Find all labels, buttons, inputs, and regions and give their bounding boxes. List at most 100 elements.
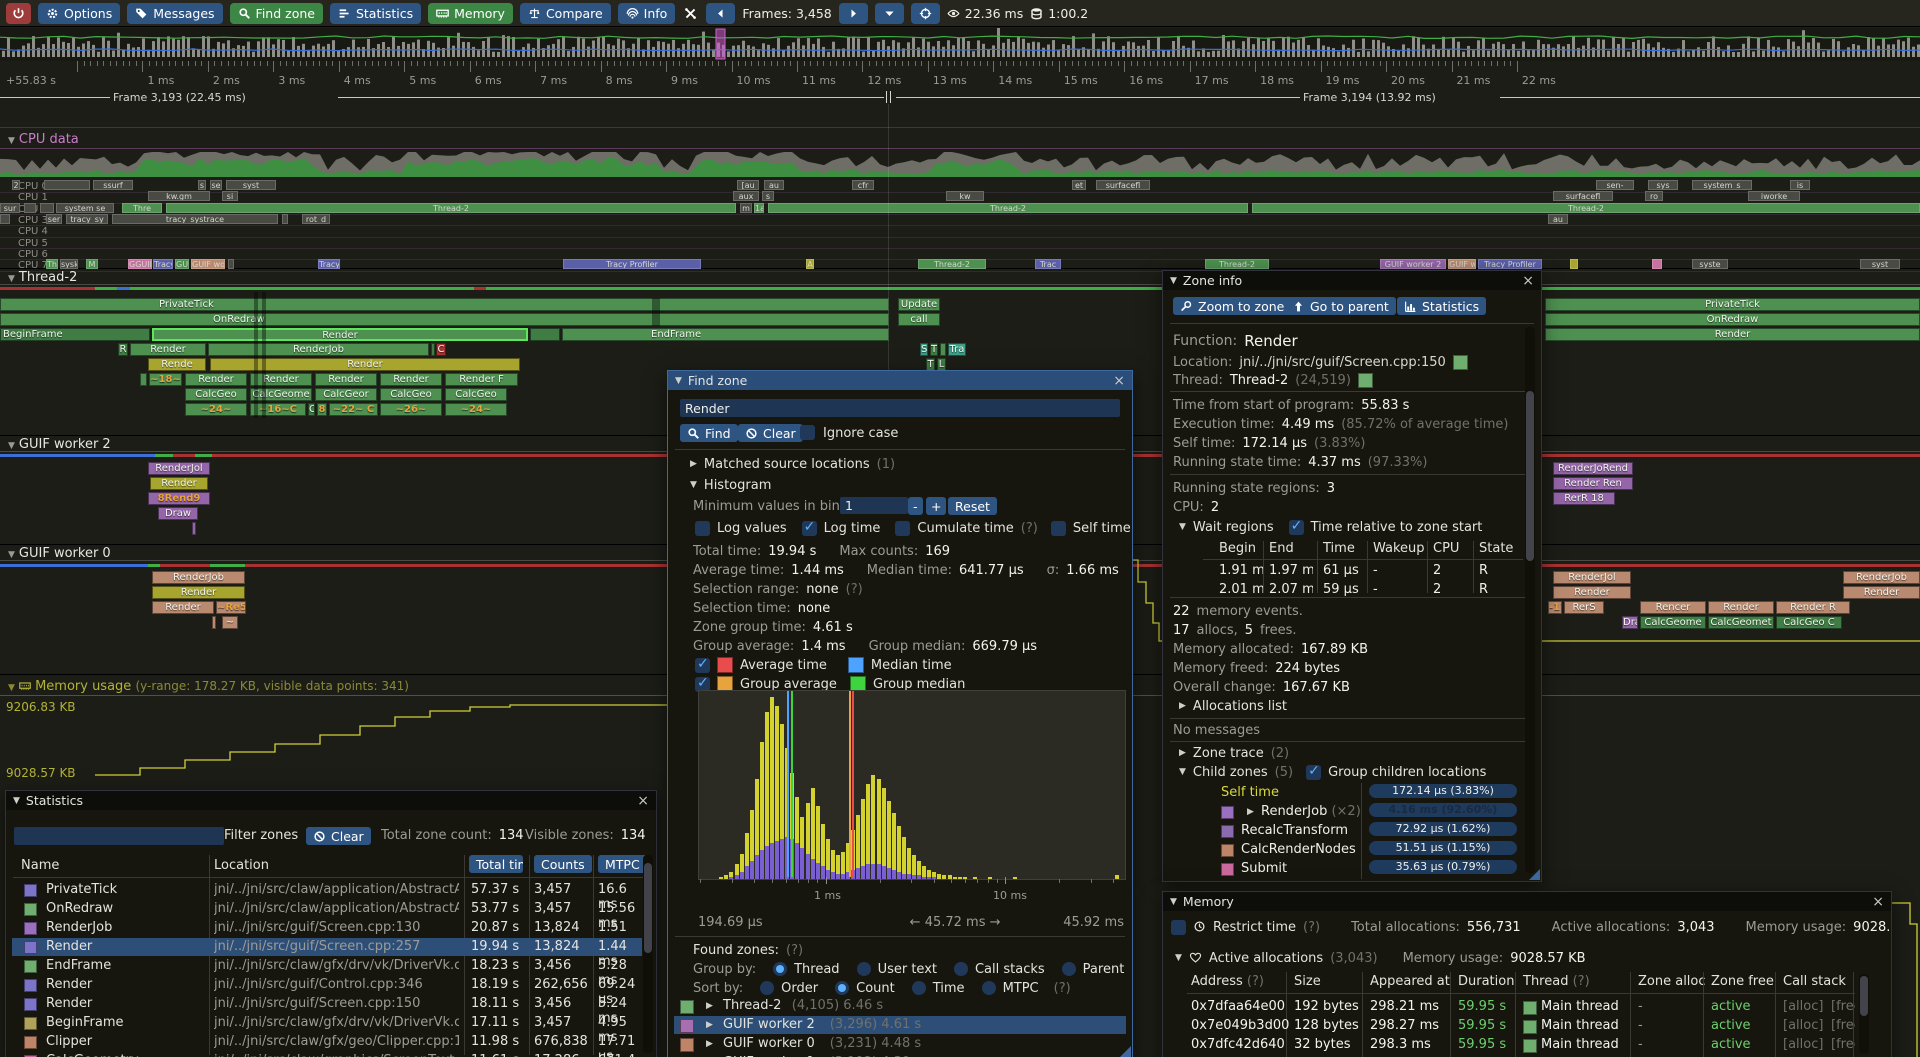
timeline-zone[interactable]: Rende <box>148 358 206 371</box>
timeline-zone[interactable]: Render <box>250 373 312 386</box>
messages-button[interactable]: Messages <box>127 3 222 24</box>
cpu-zone[interactable]: ser <box>46 214 62 224</box>
ignore-case-checkbox[interactable] <box>800 425 815 440</box>
timeline-zone[interactable]: Render R <box>1776 601 1850 614</box>
cpu-zone[interactable]: GGUIF <box>128 259 152 269</box>
timeline-zone[interactable]: RenderJob <box>152 571 245 584</box>
find-zone-titlebar[interactable]: ▼ Find zone × <box>668 371 1132 390</box>
cpu-zone[interactable] <box>228 259 234 269</box>
reset-button[interactable]: Reset <box>948 497 997 515</box>
allocation-row[interactable]: 0x7e049b3d00128 bytes298.27 ms59.95 sMai… <box>1163 1018 1855 1036</box>
increase-bin-button[interactable]: + <box>926 497 946 515</box>
cpu-zone[interactable]: au <box>1548 214 1568 224</box>
timeline-zone[interactable]: 8 <box>317 403 327 416</box>
cpu-zone[interactable]: Th <box>46 259 58 269</box>
cumulate-time-checkbox[interactable] <box>895 521 910 536</box>
timeline-zone[interactable]: Render <box>152 586 245 599</box>
sort-by-order-radio[interactable] <box>760 981 774 995</box>
timeline-zone[interactable]: Tra <box>948 343 966 356</box>
timeline-zone[interactable]: CalcGeomet <box>1708 616 1774 629</box>
expand-icon[interactable]: ▶ <box>1247 807 1254 817</box>
timeline-zone[interactable]: R <box>118 343 128 356</box>
memory-titlebar[interactable]: ▼ Memory × <box>1163 892 1891 911</box>
cpu-zone[interactable]: s <box>198 180 206 190</box>
timeline-zone[interactable]: RerS <box>1564 601 1604 614</box>
collapse-icon[interactable]: ▼ <box>1179 522 1186 532</box>
cpu-zone[interactable]: Trac <box>1035 259 1061 269</box>
cpu-zone[interactable]: m <box>740 203 752 213</box>
min-bin-input[interactable]: 1 <box>840 497 908 514</box>
timeline-zone[interactable]: Rencer <box>1640 601 1706 614</box>
cpu-zone[interactable]: GUIF worker 2 <box>1380 259 1446 269</box>
cpu-zone[interactable]: syst <box>226 180 276 190</box>
timeline-zone[interactable]: CalcGeo <box>380 388 442 401</box>
timeline-zone[interactable]: Dra <box>1622 616 1638 629</box>
alloc-col-appeared-at[interactable]: Appeared at <box>1370 974 1450 989</box>
thread-header-thread-2[interactable]: ▼Thread-2 <box>8 270 77 285</box>
timeline-zone[interactable]: PrivateTick <box>0 298 889 311</box>
power-button[interactable] <box>6 3 31 24</box>
cpu-zone[interactable]: Tracy | <box>318 259 340 269</box>
timeline-zone[interactable]: CalcGeo C <box>1776 616 1842 629</box>
collapse-icon[interactable]: ▼ <box>13 796 20 806</box>
timeline-zone[interactable]: 8Rend9 <box>148 492 210 505</box>
close-icon[interactable]: × <box>637 795 649 807</box>
timeline-zone[interactable]: CalcGeor <box>315 388 377 401</box>
timeline-zone[interactable]: RenderJob <box>1843 571 1920 584</box>
allocations-list[interactable]: ▶Allocations list <box>1179 698 1287 714</box>
timeline-zone[interactable]: Draw <box>158 507 198 520</box>
cpu-zone[interactable]: sur <box>0 203 20 213</box>
statistics-scrollbar[interactable] <box>643 855 653 1053</box>
cpu-zone[interactable]: system se <box>56 203 114 213</box>
statistics-row[interactable]: RenderJobjni/../jni/src/guif/Screen.cpp:… <box>12 919 642 937</box>
timeline-zone[interactable]: RerR 18 <box>1553 492 1615 505</box>
restrict-time-checkbox[interactable] <box>1171 920 1186 935</box>
statistics-row[interactable]: PrivateTickjni/../jni/src/claw/applicati… <box>12 881 642 899</box>
cpu-zone[interactable]: surfacefl <box>1096 180 1150 190</box>
clear-button[interactable]: Clear <box>738 424 803 442</box>
timeline-zone[interactable]: PrivateTick <box>1545 298 1920 311</box>
alloc-col-address[interactable]: Address (?) <box>1191 974 1264 989</box>
zone-statistics-button[interactable]: Statistics <box>1397 297 1486 315</box>
cpu-zone[interactable]: A <box>806 259 814 269</box>
prev-frame-button[interactable] <box>706 3 735 24</box>
allocation-row[interactable]: 0x7dfaa64e00192 bytes298.21 ms59.95 sMai… <box>1163 999 1855 1017</box>
decrease-bin-button[interactable]: - <box>908 497 923 515</box>
timeline-zone[interactable]: Render <box>1708 601 1774 614</box>
statistics-button[interactable]: Statistics <box>330 3 421 24</box>
cpu-zone[interactable]: 2 <box>12 180 20 190</box>
child-zone-renderjob[interactable]: RenderJob (×2) <box>1261 804 1361 819</box>
timeline-zone[interactable]: ~26~ <box>380 403 442 416</box>
timeline-zone[interactable]: C <box>308 403 315 416</box>
timeline-zone[interactable]: CalcGeome <box>250 388 312 401</box>
close-icon[interactable]: × <box>1113 375 1125 387</box>
timeline-zone[interactable]: -17 <box>1548 601 1562 614</box>
cpu-zone[interactable]: Tracy Profiler <box>1478 259 1542 269</box>
close-icon[interactable]: × <box>1522 275 1534 287</box>
cpu-zone[interactable]: kw.gm <box>148 191 210 201</box>
matched-source-locations[interactable]: ▶Matched source locations(1) <box>690 456 895 472</box>
timeline-zone[interactable]: CalcGeo <box>445 388 507 401</box>
next-frame-button[interactable] <box>839 3 868 24</box>
cpu-zone[interactable]: kw <box>946 191 984 201</box>
col-total-time-button[interactable]: Total time <box>469 855 523 873</box>
histogram-header[interactable]: ▼Histogram <box>690 477 771 493</box>
cpu-zone[interactable]: syst <box>1860 259 1900 269</box>
group-by-user-text-radio[interactable] <box>857 962 871 976</box>
cpu-zone[interactable]: sys <box>1648 180 1678 190</box>
timeline-zone[interactable]: RenderJoRend <box>1553 462 1633 475</box>
time-ruler[interactable]: +55.83 s1 ms2 ms3 ms4 ms5 ms6 ms7 ms8 ms… <box>0 61 1920 91</box>
timeline-zone[interactable]: ~Re5 <box>216 601 246 614</box>
collapse-icon[interactable]: ▼ <box>1170 897 1177 907</box>
found-zone-group[interactable]: ▶GUIF worker 0(3,231) 4.48 s <box>674 1035 1126 1053</box>
timeline-zone[interactable]: call <box>898 313 940 326</box>
cpu-zone[interactable]: Tracy <box>153 259 173 269</box>
timeline-zone[interactable]: RenderJol <box>148 462 210 475</box>
col-mtpc-button[interactable]: MTPC <box>598 855 647 873</box>
group-by-call-stacks-radio[interactable] <box>954 962 968 976</box>
cpu-zone[interactable]: Thre <box>122 203 162 213</box>
zone-info-scrollbar[interactable] <box>1525 327 1535 873</box>
child-zone-calcrendernodes[interactable]: CalcRenderNodes <box>1241 842 1356 857</box>
alloc-col-call-stack[interactable]: Call stack <box>1783 974 1846 989</box>
search-input[interactable]: Render <box>680 399 1120 417</box>
